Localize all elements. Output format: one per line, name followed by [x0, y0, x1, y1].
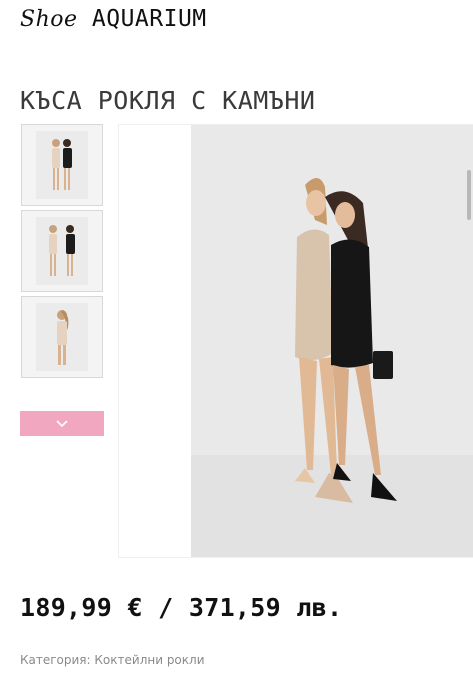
site-logo[interactable]: Shoe AQUARIUM — [20, 6, 207, 32]
thumbnail-2[interactable] — [21, 210, 103, 292]
category-label: Категория: — [20, 653, 91, 667]
main-product-image[interactable] — [118, 124, 473, 558]
product-price: 189,99 € / 371,59 лв. — [20, 593, 343, 622]
chevron-down-icon — [56, 419, 68, 427]
product-category: Категория: Коктейлни рокли — [20, 653, 205, 667]
thumbnail-1[interactable] — [21, 124, 103, 206]
page-scrollbar[interactable] — [467, 170, 471, 220]
product-title: КЪСА РОКЛЯ С КАМЪНИ — [20, 86, 316, 115]
thumbnail-image-1 — [36, 131, 88, 199]
category-link[interactable]: Коктейлни рокли — [94, 653, 204, 667]
logo-shoe-text: Shoe — [20, 7, 78, 32]
thumbnail-image-3 — [36, 303, 88, 371]
thumbnail-image-2 — [36, 217, 88, 285]
product-photo — [119, 125, 473, 557]
thumbnails-next-button[interactable] — [20, 411, 104, 436]
thumbnail-3[interactable] — [21, 296, 103, 378]
logo-aquarium-text: AQUARIUM — [91, 6, 207, 32]
thumbnail-list — [21, 124, 103, 382]
